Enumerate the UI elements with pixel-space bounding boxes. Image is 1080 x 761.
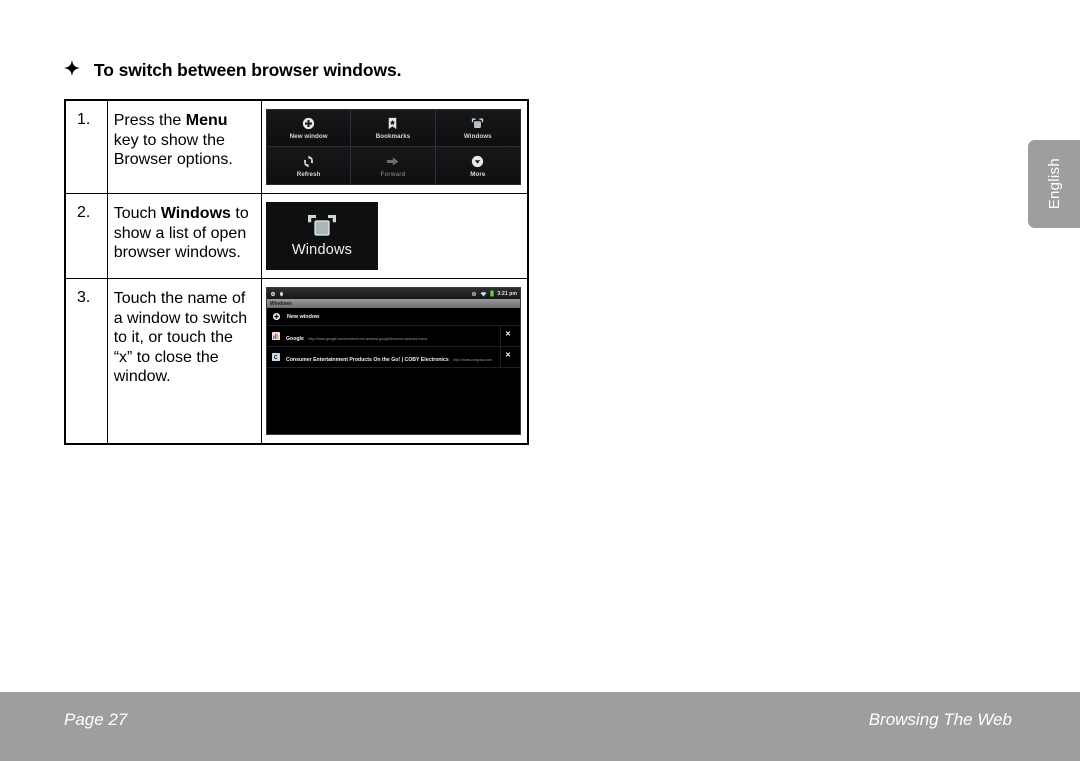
step-text-bold: Menu: [185, 112, 228, 129]
battery-icon: [490, 290, 494, 297]
menu-item-label: Windows: [463, 133, 492, 140]
table-row: 2. Touch Windows to show a list of open …: [64, 193, 529, 279]
window-title: Consumer Entertainment Products On the G…: [286, 357, 449, 363]
browser-options-menu: New window Bookmarks Windows Refresh For…: [266, 109, 521, 185]
device-screenshot: 3:21 pm Windows New window Google http:/…: [266, 287, 521, 435]
step-text: Touch Windows to show a list of open bro…: [106, 193, 263, 279]
globe-icon: [472, 291, 477, 296]
window-url: http://www.cobyusa.com: [453, 358, 492, 362]
menu-item-label: More: [470, 170, 486, 178]
menu-item-new-window[interactable]: New window: [267, 110, 352, 147]
plus-circle-icon: [272, 312, 281, 321]
windows-title-label: Windows: [270, 300, 292, 307]
list-item-new-window[interactable]: New window: [267, 308, 520, 326]
coby-favicon: [272, 353, 280, 361]
window-title: Google: [286, 336, 304, 342]
list-item[interactable]: Google http://www.google.com/m/client=ms…: [267, 326, 520, 347]
google-favicon: [272, 332, 280, 340]
menu-item-label: Forward: [380, 170, 406, 178]
windows-title-bar: Windows: [267, 299, 520, 308]
window-url: http://www.google.com/m/client=ms-androi…: [308, 337, 428, 341]
language-tab: English: [1028, 140, 1080, 228]
menu-item-refresh[interactable]: Refresh: [267, 147, 352, 184]
browser-menu-figure: New window Bookmarks Windows Refresh For…: [261, 99, 529, 194]
section-heading: ✦ To switch between browser windows.: [64, 60, 401, 81]
step-text: Touch the name of a window to switch to …: [106, 278, 263, 445]
new-window-label: New window: [287, 313, 320, 320]
step-text: Press the Menu key to show the Browser o…: [106, 99, 263, 194]
open-windows-list: New window Google http://www.google.com/…: [267, 308, 520, 434]
menu-item-label: Refresh: [296, 170, 321, 178]
step-number: 1.: [64, 99, 108, 194]
steps-table: 1. Press the Menu key to show the Browse…: [64, 99, 529, 445]
menu-item-forward[interactable]: Forward: [351, 147, 436, 184]
step-text-post: key to show the Browser options.: [113, 131, 233, 169]
windows-tile-figure: Windows: [261, 193, 529, 279]
step-text-bold: Windows: [160, 205, 231, 222]
wifi-icon: [480, 291, 487, 296]
page-title: To switch between browser windows.: [93, 60, 402, 80]
menu-item-label: New window: [289, 133, 328, 140]
close-window-button[interactable]: ✕: [500, 326, 515, 346]
refresh-icon: [304, 155, 314, 167]
menu-item-bookmarks[interactable]: Bookmarks: [351, 110, 436, 147]
page-footer: Page 27 Browsing The Web: [0, 692, 1080, 761]
step-text-pre: Touch the name of a window to switch to …: [113, 290, 248, 386]
device-screenshot-figure: 3:21 pm Windows New window Google http:/…: [261, 278, 529, 445]
menu-item-windows[interactable]: Windows: [435, 110, 520, 147]
windows-stack-icon: [472, 118, 484, 128]
menu-item-label: Bookmarks: [375, 133, 411, 140]
language-tab-label: English: [1045, 158, 1063, 210]
four-point-star-icon: ✦: [64, 59, 80, 80]
windows-menu-tile[interactable]: Windows: [266, 202, 378, 270]
plus-circle-icon: [303, 117, 315, 130]
sync-icon: [270, 291, 276, 296]
step-number: 2.: [64, 193, 108, 279]
step-number: 3.: [64, 278, 108, 445]
bookmark-star-icon: [389, 117, 397, 130]
list-item[interactable]: Consumer Entertainment Products On the G…: [267, 347, 520, 368]
step-text-pre: Touch: [113, 205, 161, 222]
status-bar-time: 3:21 pm: [497, 290, 517, 297]
step-text-pre: Press the: [113, 112, 186, 129]
windows-stack-icon: [308, 215, 336, 236]
android-status-bar: 3:21 pm: [267, 288, 520, 299]
usb-debug-icon: [280, 291, 283, 296]
chevron-down-circle-icon: [472, 155, 484, 167]
footer-page-number: Page 27: [64, 710, 128, 729]
menu-item-more[interactable]: More: [435, 147, 520, 184]
footer-section-title: Browsing The Web: [868, 710, 1012, 729]
close-window-button[interactable]: ✕: [500, 347, 515, 367]
windows-tile-label: Windows: [291, 242, 353, 258]
table-row: 1. Press the Menu key to show the Browse…: [64, 99, 529, 194]
table-row: 3. Touch the name of a window to switch …: [64, 278, 529, 445]
arrow-right-icon: [387, 157, 399, 165]
